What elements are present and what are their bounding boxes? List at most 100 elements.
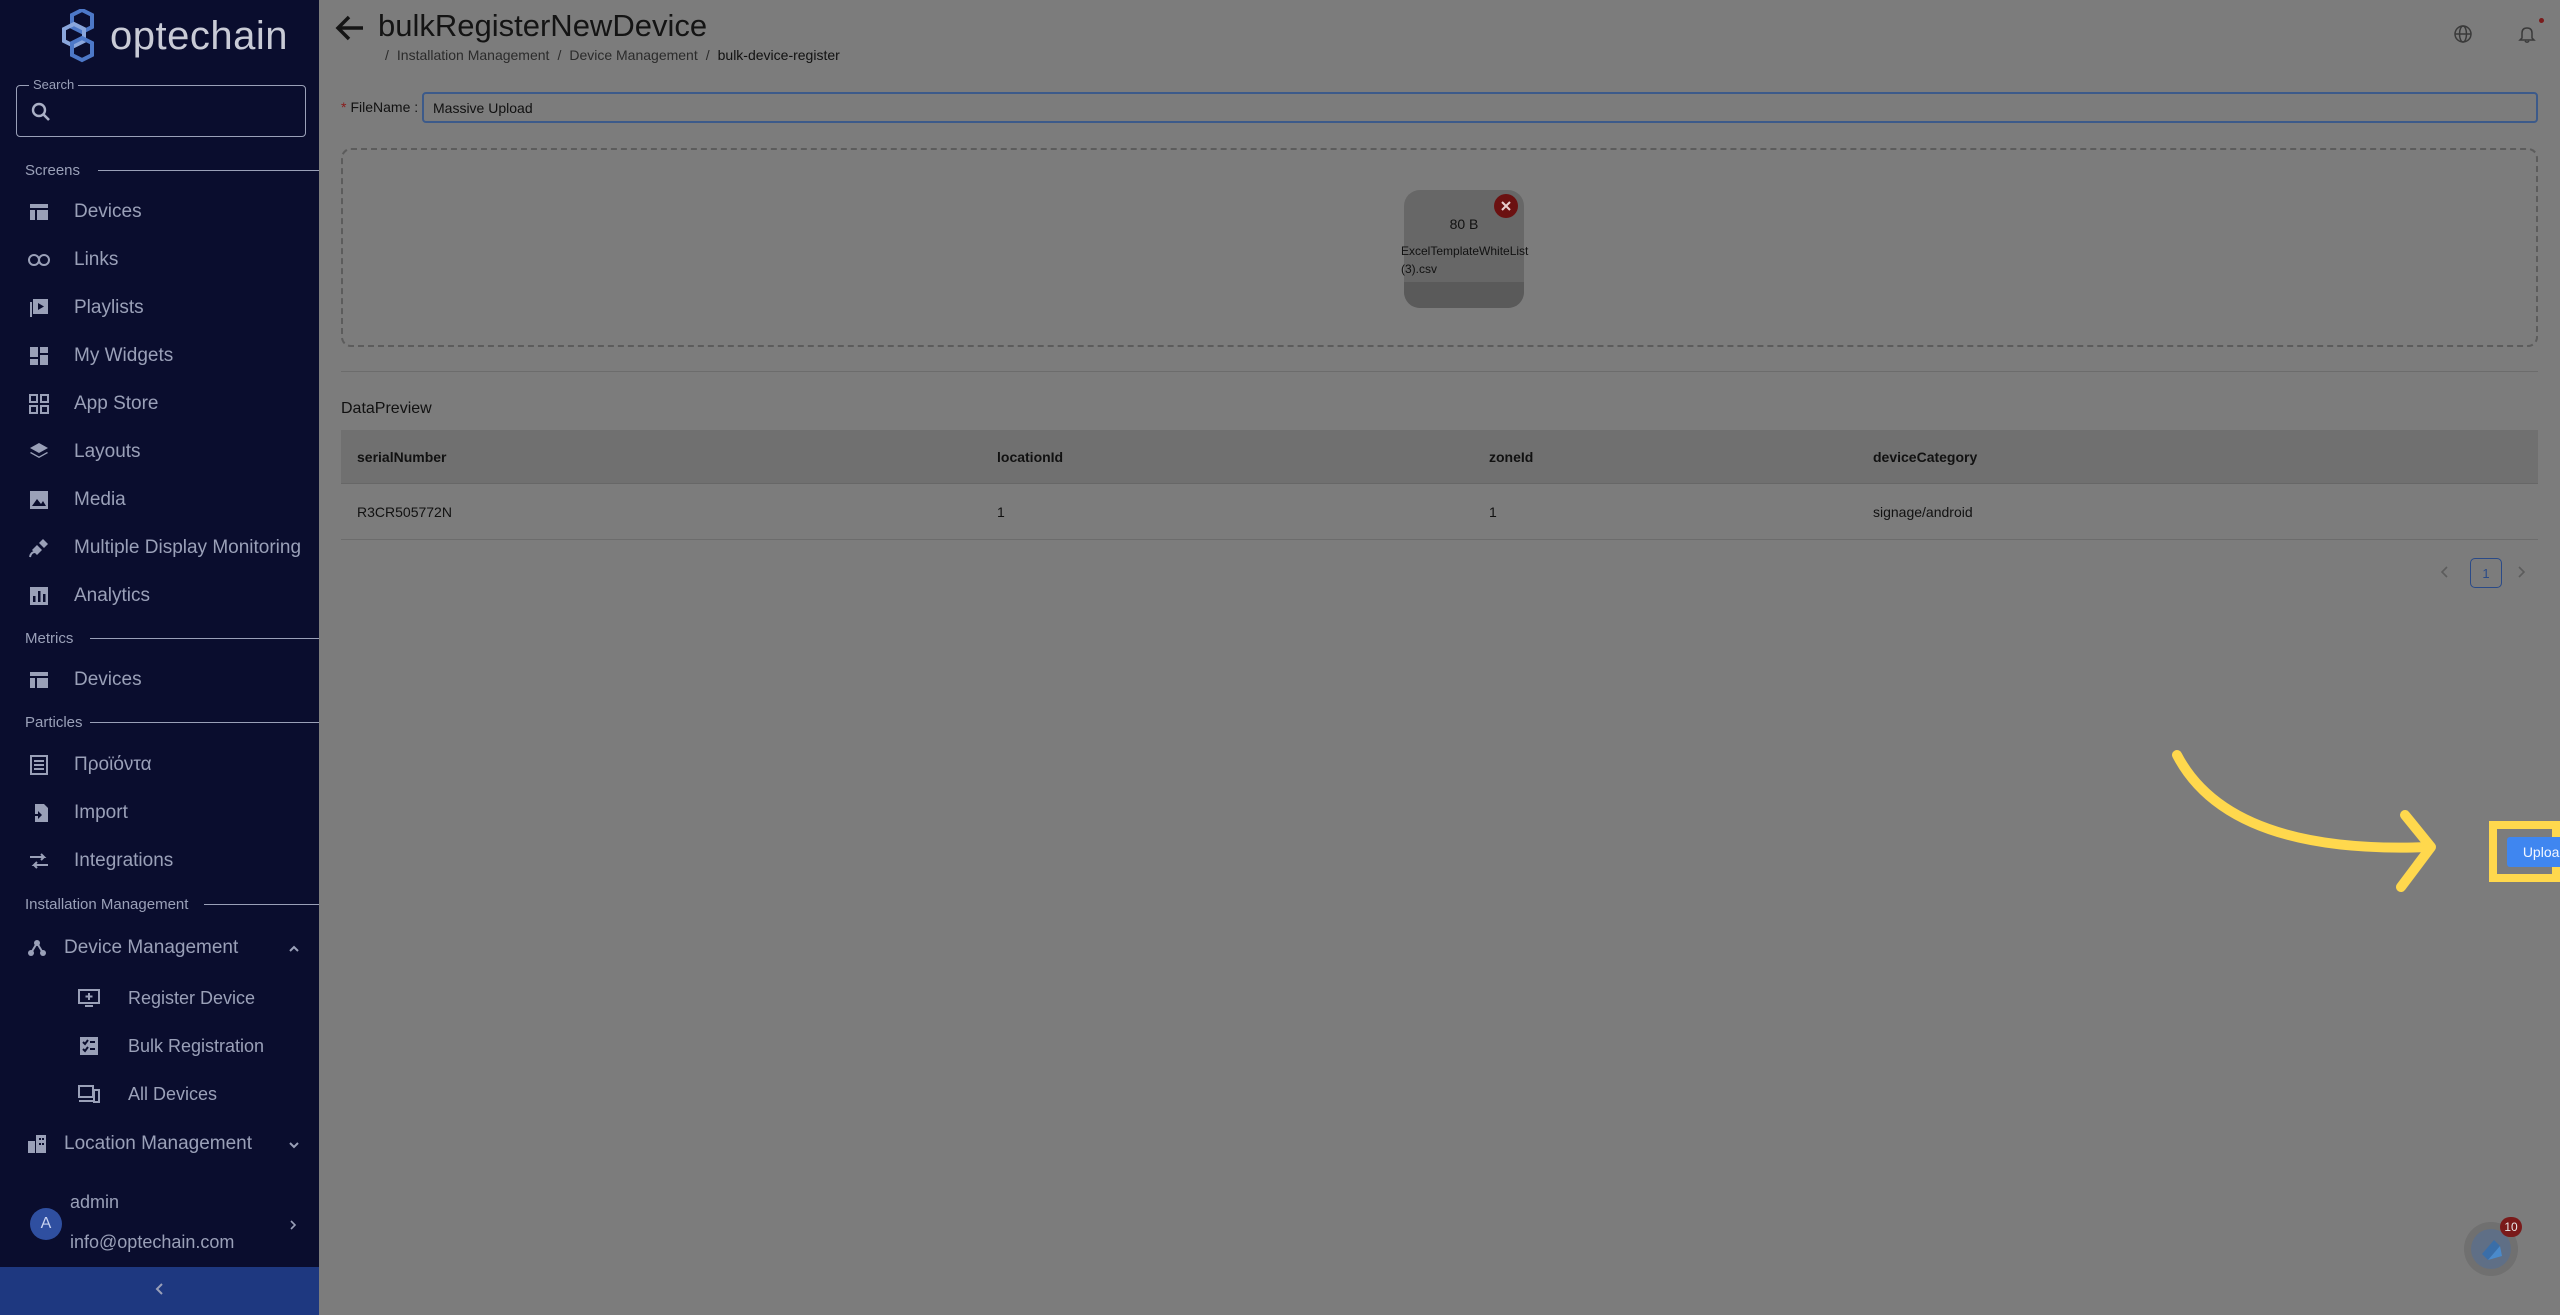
nav-item-label: App Store [74, 393, 159, 414]
file-dropzone[interactable]: 80 B ExcelTemplateWhiteList (3).csv [341, 148, 2538, 347]
pagination: 1 [2419, 558, 2549, 588]
devices-icon [78, 1083, 100, 1105]
nav-item-app-store[interactable]: App Store [0, 382, 319, 426]
column-header: locationId [997, 448, 1064, 465]
apps-icon [28, 393, 50, 415]
nav-item-location-management[interactable]: Location Management [0, 1122, 319, 1166]
data-preview-table: serialNumber locationId zoneId deviceCat… [341, 430, 2538, 540]
remove-file-icon[interactable] [1494, 194, 1518, 218]
previous-page-icon[interactable] [2437, 564, 2453, 580]
table-row: R3CR505772N 1 1 signage/android [341, 484, 2538, 540]
nav-item-label: Προϊόντα [74, 754, 152, 775]
breadcrumb-separator: / [385, 47, 389, 63]
table-cell: 1 [997, 503, 1005, 520]
breadcrumb-item[interactable]: Device Management [569, 47, 697, 63]
nav-item-bulk-registration[interactable]: Bulk Registration [0, 1024, 319, 1068]
nav-item-analytics[interactable]: Analytics [0, 574, 319, 618]
image-icon [28, 489, 50, 511]
nav-item-device-management[interactable]: Device Management [0, 926, 319, 970]
checklist-icon [78, 1035, 100, 1057]
nav-item-label: Devices [74, 669, 142, 690]
table-icon [28, 669, 50, 691]
filename-input[interactable]: Massive Upload [422, 92, 2538, 123]
upload-button[interactable]: Upload [2507, 837, 2560, 867]
nav-item-label: All Devices [128, 1083, 218, 1104]
globe-icon[interactable] [2453, 24, 2473, 44]
nav-item-label: Media [74, 489, 126, 510]
nav-item-label: Integrations [74, 850, 174, 871]
annotation-arrow [2172, 750, 2436, 892]
file-import-icon [28, 802, 50, 824]
satellite-icon [28, 537, 50, 559]
chart-icon [28, 585, 50, 607]
building-icon [26, 1133, 48, 1155]
playlist-icon [28, 297, 50, 319]
list-icon [28, 754, 50, 776]
avatar: A [30, 1208, 62, 1240]
nav-item-label: Playlists [74, 297, 144, 318]
table-cell: signage/android [1873, 503, 1973, 520]
nav-item-all-devices[interactable]: All Devices [0, 1072, 319, 1116]
nav-item-label: Bulk Registration [128, 1035, 265, 1056]
nav-item-layouts[interactable]: Layouts [0, 430, 319, 474]
nav-item-media[interactable]: Media [0, 478, 319, 522]
page-number[interactable]: 1 [2470, 558, 2502, 588]
bell-icon[interactable] [2517, 24, 2537, 44]
nav-item-label: Devices [74, 201, 142, 222]
notification-dot [2539, 18, 2544, 23]
nav-item-metrics-devices[interactable]: Devices [0, 658, 319, 702]
nav-item-my-widgets[interactable]: My Widgets [0, 334, 319, 378]
user-email: info@optechain.com [70, 1232, 235, 1252]
nav-item-label: Analytics [74, 585, 151, 606]
section-divider [341, 371, 2538, 372]
table-header: serialNumber locationId zoneId deviceCat… [341, 430, 2538, 484]
search-icon [31, 102, 51, 122]
file-name: ExcelTemplateWhiteList (3).csv [1401, 244, 1529, 276]
nav-item-devices[interactable]: Devices [0, 190, 319, 234]
optechain-logo-icon [58, 7, 104, 63]
main-content: bulkRegisterNewDevice / Installation Man… [319, 0, 2560, 1315]
table-cell: 1 [1489, 503, 1497, 520]
add-screen-icon [78, 987, 100, 1009]
page-title: bulkRegisterNewDevice [378, 8, 708, 43]
uploaded-file-card: 80 B ExcelTemplateWhiteList (3).csv [1401, 190, 1528, 308]
file-card-footer [1404, 282, 1524, 308]
nav-item-products[interactable]: Προϊόντα [0, 743, 319, 787]
search-input[interactable]: Search [16, 77, 306, 137]
column-header: deviceCategory [1873, 448, 1978, 465]
nav-item-integrations[interactable]: Integrations [0, 839, 319, 883]
section-screens: Screens [25, 162, 81, 179]
section-divider [98, 170, 319, 171]
user-profile[interactable]: A admin info@optechain.com [0, 1190, 319, 1260]
nav-item-links[interactable]: Links [0, 238, 319, 282]
nav-item-import[interactable]: Import [0, 791, 319, 835]
nav-item-label: Register Device [128, 987, 256, 1008]
brand-name: optechain [110, 13, 288, 58]
column-header: serialNumber [357, 448, 447, 465]
nav-item-playlists[interactable]: Playlists [0, 286, 319, 330]
section-installation-management: Installation Management [25, 896, 189, 913]
table-icon [28, 201, 50, 223]
nav-item-label: My Widgets [74, 345, 174, 366]
layers-icon [28, 441, 50, 463]
link-icon [28, 249, 50, 271]
back-arrow-icon[interactable] [335, 14, 365, 42]
filename-label: * FileName : [341, 99, 419, 115]
next-page-icon[interactable] [2513, 564, 2529, 580]
user-name: admin [70, 1192, 120, 1212]
swap-icon [28, 850, 50, 872]
section-divider [90, 722, 319, 723]
nav-item-label: Layouts [74, 441, 141, 462]
hub-icon [26, 937, 48, 959]
nav-item-label: Location Management [64, 1133, 253, 1154]
section-divider [90, 638, 319, 639]
nav-item-register-device[interactable]: Register Device [0, 976, 319, 1020]
nav-item-label: Import [74, 802, 128, 823]
column-header: zoneId [1489, 448, 1534, 465]
brand-logo[interactable]: optechain [58, 6, 288, 66]
nav-item-multiple-display-monitoring[interactable]: Multiple Display Monitoring [0, 526, 319, 570]
collapse-sidebar-button[interactable] [0, 1267, 319, 1315]
breadcrumb-item[interactable]: Installation Management [397, 47, 550, 63]
support-badge: 10 [2500, 1217, 2522, 1237]
breadcrumb-separator: / [705, 47, 710, 63]
